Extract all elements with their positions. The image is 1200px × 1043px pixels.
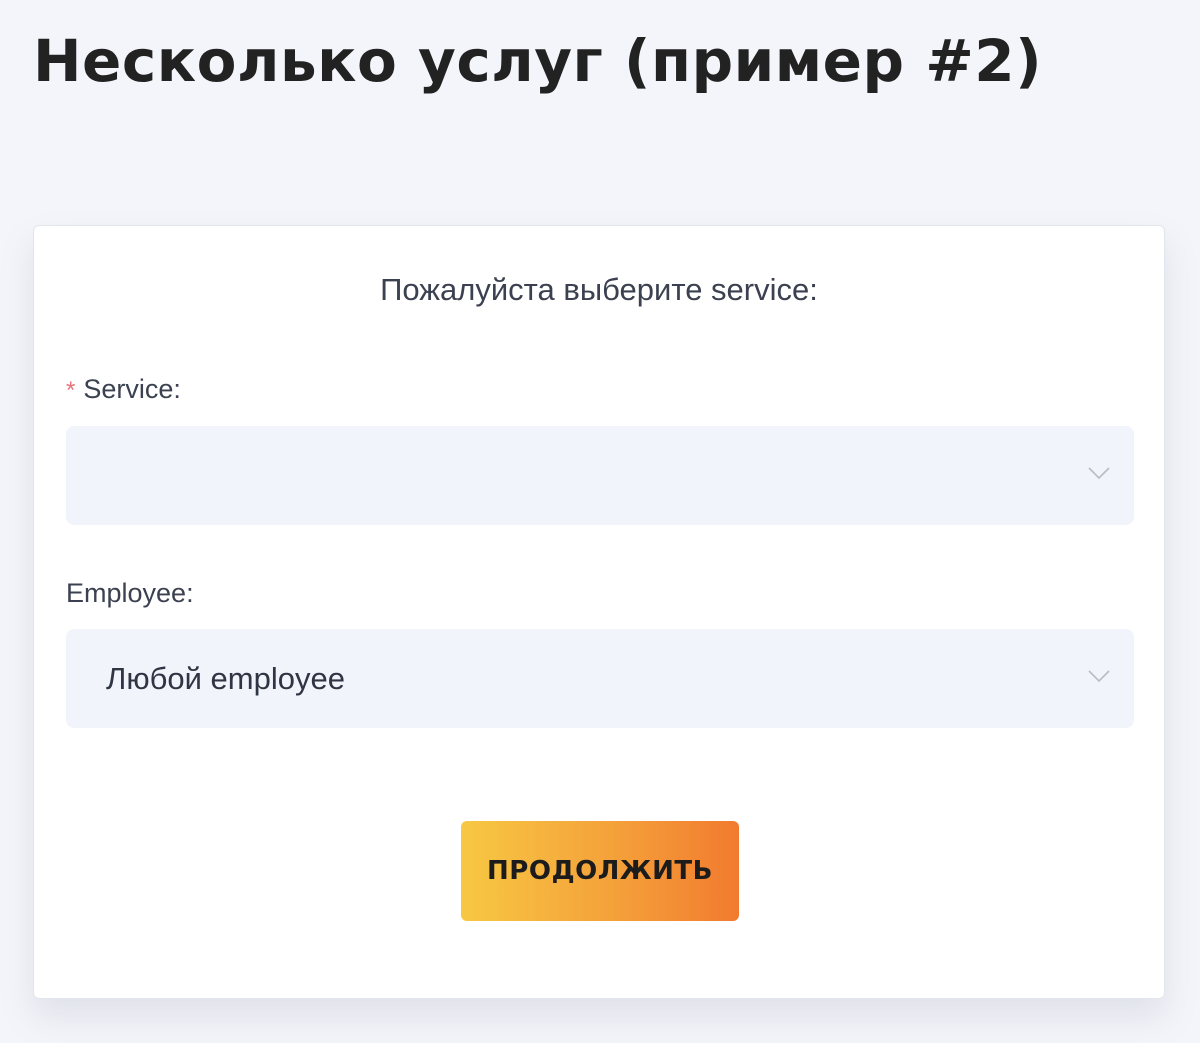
employee-label: Employee: <box>66 578 194 608</box>
continue-button[interactable]: ПРОДОЛЖИТЬ <box>461 821 739 921</box>
required-mark: * <box>66 377 76 404</box>
page-title: Несколько услуг (пример #2) <box>33 27 1043 95</box>
service-label-text: Service: <box>83 374 181 404</box>
chevron-down-icon <box>1088 670 1110 683</box>
service-label: * Service: <box>66 372 181 408</box>
form-prompt: Пожалуйста выберите service: <box>380 272 818 307</box>
booking-form-card: Пожалуйста выберите service: * Service: E… <box>33 225 1165 999</box>
employee-select[interactable]: Любой employee <box>66 629 1134 728</box>
chevron-down-icon <box>1088 467 1110 480</box>
employee-select-value: Любой employee <box>106 661 345 696</box>
service-select[interactable] <box>66 426 1134 525</box>
